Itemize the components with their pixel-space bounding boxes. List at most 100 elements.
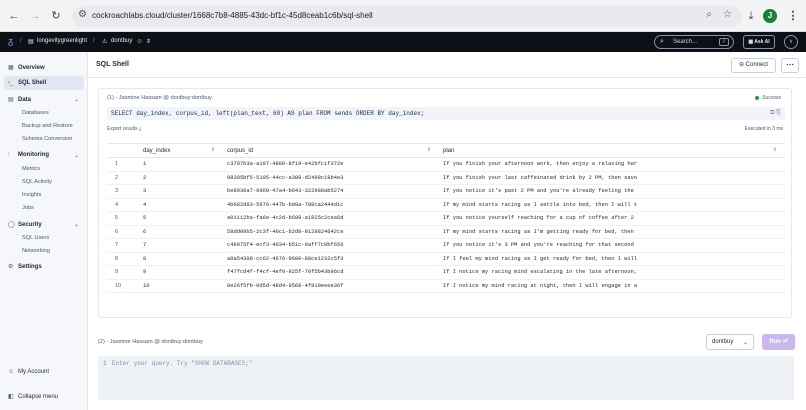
chevron-down-icon: ⌄ [742,340,748,346]
line-number: 1 [103,360,107,367]
sidebar-item-networking[interactable]: Networking [22,248,50,254]
profile-avatar[interactable]: J [763,9,777,23]
table-row[interactable]: 2 2 88395bf5-5195-44cc-a308-d2499c18b4e3 If… [107,171,785,185]
table-row[interactable]: 8 8 a0a54308-cc62-4676-9600-88ce1232c5f3 If… [107,252,785,266]
forward-icon[interactable]: → [28,9,42,23]
corpus-id-cell: a0a54308-cc62-4676-9600-88ce1232c5f3 [223,252,439,266]
help-bulb-icon[interactable]: ♁ [784,35,798,49]
column-header-corpus-id[interactable]: corpus_id ⇕ [223,143,439,158]
export-results-link[interactable]: Export results ⤓ [107,126,141,132]
connect-button[interactable]: ⊖ Connect [731,58,776,73]
sort-icon[interactable]: ⇕ [211,147,215,153]
gear-icon: ⚙ [8,264,14,270]
account-icon: ☺ [8,369,15,375]
overview-icon: ▦ [8,65,14,71]
column-header-plan[interactable]: plan ⇕ [439,143,785,158]
sidebar-item-my-account[interactable]: ☺ My Account [8,369,49,375]
plan-cell: If you notice it's 3 PM and you're reach… [439,238,785,253]
corpus-id-cell: 8e26f5fb-0d5d-48d4-9568-4f810eeee36f [223,279,439,293]
row-number-cell: 10 [107,279,139,293]
sidebar-item-jobs[interactable]: Jobs [22,205,34,211]
plan-cell: If I notice my racing mind escalating in… [439,265,785,280]
column-header-day-index[interactable]: day_index ⇕ [139,143,223,158]
day-index-cell: 10 [139,279,223,293]
chevron-down-icon[interactable]: ⌄ [74,152,79,159]
org-icon: ▤ [28,39,34,45]
sidebar: ▦ Overview ›_ SQL Shell ▤ Data ⌄ Databases … [0,52,88,410]
cluster-status-icon: ⊘ [137,39,143,45]
plan-cell: If I feel my mind racing as I get ready … [439,252,785,266]
address-bar[interactable]: ⚙ cockroachlabs.cloud/cluster/1668c7b8-4… [72,6,742,27]
browser-toolbar: ← → ↻ ⚙ cockroachlabs.cloud/cluster/1668… [0,0,806,32]
table-row[interactable]: 9 9 f47fcd4f-f4cf-4ef0-925f-70f5b43b96cd If… [107,265,785,280]
sidebar-item-label: Collapse menu [18,394,59,400]
sidebar-item-overview[interactable]: ▦ Overview [8,64,45,71]
ask-ai-button[interactable]: ▩ Ask AI [743,35,775,49]
table-row[interactable]: 6 6 58dd09b5-2c3f-40c1-b2d8-9128824642ce If… [107,225,785,239]
zoom-icon[interactable]: ⌕ [706,9,712,20]
chevron-down-icon[interactable]: ⌄ [74,221,79,228]
collapse-menu-button[interactable]: ◧ Collapse menu [8,393,58,400]
sidebar-item-metrics[interactable]: Metrics [22,166,40,172]
query-input-placeholder[interactable]: Enter your query. Try "SHOW DATABASES;" [112,360,252,367]
search-button[interactable]: ⌕ Search... / [654,35,734,49]
row-number-cell: 5 [107,211,139,226]
day-index-cell: 6 [139,225,223,239]
status-label: Success [762,95,781,101]
sort-icon[interactable]: ⇕ [427,147,431,153]
data-icon: ▤ [8,97,14,103]
cluster-name[interactable]: dontbuy [111,38,132,44]
more-options-button[interactable]: ⋯ [781,58,799,73]
header-divider [88,77,806,78]
cluster-switch-icon[interactable]: ⇕ [146,38,151,45]
org-name[interactable]: longevitygreenlight [37,38,87,44]
query-result-panel: (1) - Jasmine Hassam @ dontbuy:dontbuy S… [98,88,792,318]
sort-icon[interactable]: ⇕ [773,147,777,153]
table-row[interactable]: 4 4 4b682d83-5976-447b-b09a-788ca2444d1c If… [107,198,785,212]
breadcrumb-separator: / [20,38,22,44]
sql-editor[interactable]: 1 Enter your query. Try "SHOW DATABASES;… [98,356,794,400]
table-row[interactable]: 3 3 be8930a7-9d69-47a4-b643-322988ab5274 If… [107,184,785,199]
sidebar-item-schema-conversion[interactable]: Schema Conversion [22,136,72,142]
table-row[interactable]: 1 1 c3797b3a-a197-4880-8f19-e42bfc1f372e If… [107,157,785,172]
browser-menu-icon[interactable]: ⋮ [786,9,800,23]
reload-icon[interactable]: ↻ [49,9,63,23]
site-info-icon[interactable]: ⚙ [78,9,87,20]
breadcrumb-separator: / [93,38,95,44]
download-icon[interactable]: ⤓ [744,9,758,23]
sidebar-item-databases[interactable]: Databases [22,110,49,116]
url-text: cockroachlabs.cloud/cluster/1668c7b8-488… [92,11,373,20]
sidebar-item-backup-restore[interactable]: Backup and Restore [22,123,73,129]
bookmark-star-icon[interactable]: ☆ [723,9,732,20]
database-select[interactable]: dontbuy ⌄ [706,334,754,350]
table-row[interactable]: 10 10 8e26f5fb-0d5d-48d4-9568-4f810eeee36f… [107,279,785,293]
search-shortcut: / [719,38,729,46]
plan-cell: If you finish your afternoon work, then … [439,157,785,172]
external-link-icon[interactable]: ⧉ [770,110,774,116]
sidebar-item-sql-activity[interactable]: SQL Activity [22,179,52,185]
sidebar-item-insights[interactable]: Insights [22,192,41,198]
sidebar-item-security[interactable]: ◯ Security [8,221,42,228]
day-index-cell: 8 [139,252,223,266]
sidebar-item-data[interactable]: ▤ Data [8,96,31,103]
copy-icon[interactable]: ⎘ [776,110,781,116]
chevron-down-icon[interactable]: ⌄ [74,96,79,103]
back-icon[interactable]: ← [7,9,21,23]
corpus-id-cell: 88395bf5-5195-44cc-a308-d2499c18b4e3 [223,171,439,185]
corpus-id-cell: be8930a7-9d69-47a4-b643-322988ab5274 [223,184,439,199]
success-dot-icon [755,95,760,100]
table-header-row: day_index ⇕ corpus_id ⇕ plan ⇕ [107,143,785,158]
sidebar-item-sql-users[interactable]: SQL Users [22,235,49,241]
table-row[interactable]: 7 7 c4b075f4-ecf3-4034-b51c-9aff7c0bf656 If… [107,238,785,253]
sidebar-item-label: Security [18,222,42,228]
row-number-cell: 7 [107,238,139,253]
shield-icon: ◯ [8,222,15,228]
results-table: day_index ⇕ corpus_id ⇕ plan ⇕ 1 1 c3797b3a-a… [107,143,785,293]
sidebar-item-settings[interactable]: ⚙ Settings [8,263,42,270]
sidebar-item-monitoring[interactable]: ⫶ Monitoring [8,152,49,159]
table-row[interactable]: 5 5 a01112ba-fa6e-4c2d-b608-a1825c2cea6d If… [107,211,785,226]
cockroach-logo-icon[interactable]: ᵹ [8,36,13,46]
sidebar-item-sql-shell[interactable]: ›_ SQL Shell [8,80,46,86]
plan-cell: If my mind starts racing as I settle int… [439,198,785,212]
run-button[interactable]: Run ⏎ [762,334,795,350]
